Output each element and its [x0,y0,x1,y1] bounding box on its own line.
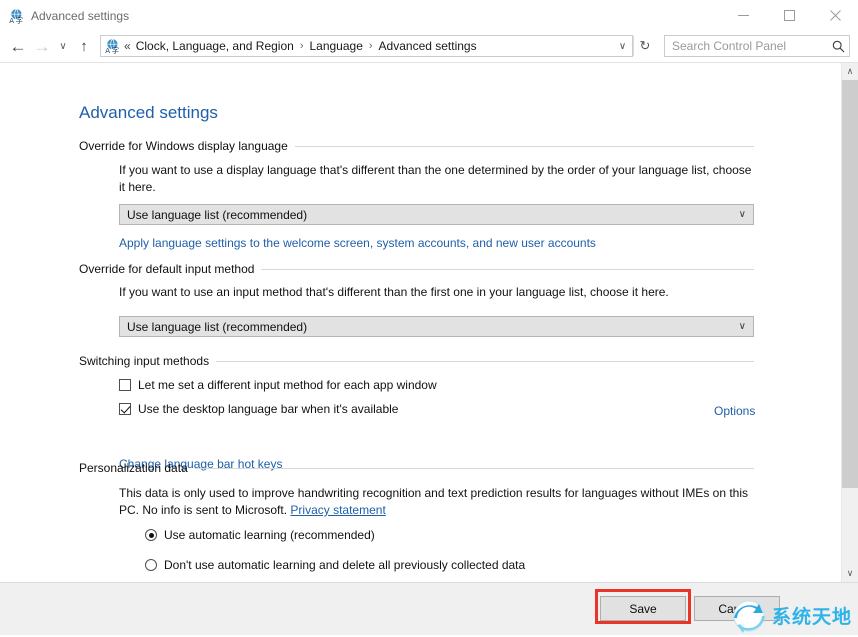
breadcrumb-separator[interactable]: › [296,40,308,52]
language-bar-options-link[interactable]: Options [714,404,755,418]
radio-automatic-learning[interactable] [145,529,157,541]
refresh-icon: ↻ [640,38,651,54]
back-arrow-icon: ← [10,38,27,55]
forward-button[interactable]: → [30,34,54,58]
chevron-down-icon: ∨ [619,41,626,52]
section-header-display-language: Override for Windows display language [79,139,754,153]
privacy-statement-link[interactable]: Privacy statement [290,503,385,517]
window-title: Advanced settings [31,9,129,23]
chevron-down-icon: ∨ [739,321,746,332]
input-method-combobox[interactable]: Use language list (recommended) ∨ [119,316,754,337]
checkbox-per-app-input-label: Let me set a different input method for … [138,378,437,392]
cancel-button[interactable]: Cancel [694,596,780,621]
language-globe-icon: A 字 [8,8,24,24]
checkbox-desktop-language-bar-label: Use the desktop language bar when it's a… [138,402,398,416]
address-dropdown-button[interactable]: ∨ [613,36,632,56]
search-box[interactable]: Search Control Panel [664,35,850,57]
section-rule [295,146,754,147]
address-bar[interactable]: A 字 « Clock, Language, and Region › Lang… [100,35,633,57]
checkbox-per-app-input[interactable] [119,379,131,391]
up-button[interactable]: ↑ [72,34,96,58]
search-input[interactable]: Search Control Panel [665,39,827,53]
chevron-down-icon: ∨ [59,41,66,52]
close-button[interactable] [812,0,858,31]
checkbox-row-per-app-input[interactable]: Let me set a different input method for … [119,378,437,392]
title-bar: A 字 Advanced settings [0,0,858,31]
footer-bar: Save Cancel [0,582,858,635]
section-title: Override for default input method [79,262,261,276]
forward-arrow-icon: → [34,38,51,55]
scroll-up-button[interactable]: ∧ [842,63,858,80]
section-title: Switching input methods [79,354,216,368]
personalization-description: This data is only used to improve handwr… [119,485,755,519]
checkbox-desktop-language-bar[interactable] [119,403,131,415]
chevron-up-icon: ∧ [847,66,854,77]
radio-no-automatic-learning[interactable] [145,559,157,571]
back-button[interactable]: ← [6,34,30,58]
breadcrumb: « Clock, Language, and Region › Language… [123,39,613,53]
maximize-button[interactable] [766,0,812,31]
checkbox-row-desktop-language-bar[interactable]: Use the desktop language bar when it's a… [119,402,398,416]
settings-scroll-body: Advanced settings Override for Windows d… [0,63,841,582]
minimize-button[interactable] [720,0,766,31]
vertical-scrollbar[interactable]: ∧ ∨ [841,63,858,582]
page-title: Advanced settings [79,103,218,123]
scroll-down-button[interactable]: ∨ [842,565,858,582]
svg-text:字: 字 [16,15,24,24]
magnifier-icon[interactable] [827,40,849,53]
navigation-bar: ← → ∨ ↑ A 字 « Clock, Language, and Regio… [0,31,858,61]
section-rule [261,269,754,270]
window-controls [720,0,858,31]
breadcrumb-item-clock-language-region[interactable]: Clock, Language, and Region [134,39,296,53]
content-area: Advanced settings Override for Windows d… [0,62,858,582]
section-header-personalization-data: Personalization data [79,461,754,475]
radio-no-automatic-learning-label: Don't use automatic learning and delete … [164,558,525,572]
address-language-icon: A 字 [104,38,120,54]
breadcrumb-item-language[interactable]: Language [307,39,364,53]
svg-text:字: 字 [112,45,120,54]
input-method-description: If you want to use an input method that'… [119,284,755,301]
display-language-combobox-value: Use language list (recommended) [127,208,307,222]
recent-locations-button[interactable]: ∨ [54,34,72,58]
section-rule [195,468,754,469]
refresh-button[interactable]: ↻ [633,36,656,56]
radio-row-automatic-learning[interactable]: Use automatic learning (recommended) [145,528,375,542]
section-header-input-method: Override for default input method [79,262,754,276]
section-title: Personalization data [79,461,195,475]
radio-row-no-automatic-learning[interactable]: Don't use automatic learning and delete … [145,558,525,572]
breadcrumb-item-advanced-settings[interactable]: Advanced settings [377,39,479,53]
arrow-up-icon: ↑ [80,38,88,55]
svg-text:A: A [105,47,110,54]
breadcrumb-overflow-icon[interactable]: « [123,39,134,53]
section-title: Override for Windows display language [79,139,295,153]
display-language-description: If you want to use a display language th… [119,162,755,196]
scrollbar-thumb[interactable] [842,80,858,488]
svg-text:A: A [9,17,14,24]
section-header-switching-input-methods: Switching input methods [79,354,754,368]
breadcrumb-separator[interactable]: › [365,40,377,52]
save-button-highlight-annotation [595,589,691,624]
input-method-combobox-value: Use language list (recommended) [127,320,307,334]
section-rule [216,361,754,362]
radio-automatic-learning-label: Use automatic learning (recommended) [164,528,375,542]
chevron-down-icon: ∨ [847,568,854,579]
chevron-down-icon: ∨ [739,209,746,220]
personalization-description-text: This data is only used to improve handwr… [119,486,748,517]
display-language-combobox[interactable]: Use language list (recommended) ∨ [119,204,754,225]
apply-language-settings-link[interactable]: Apply language settings to the welcome s… [119,236,596,250]
